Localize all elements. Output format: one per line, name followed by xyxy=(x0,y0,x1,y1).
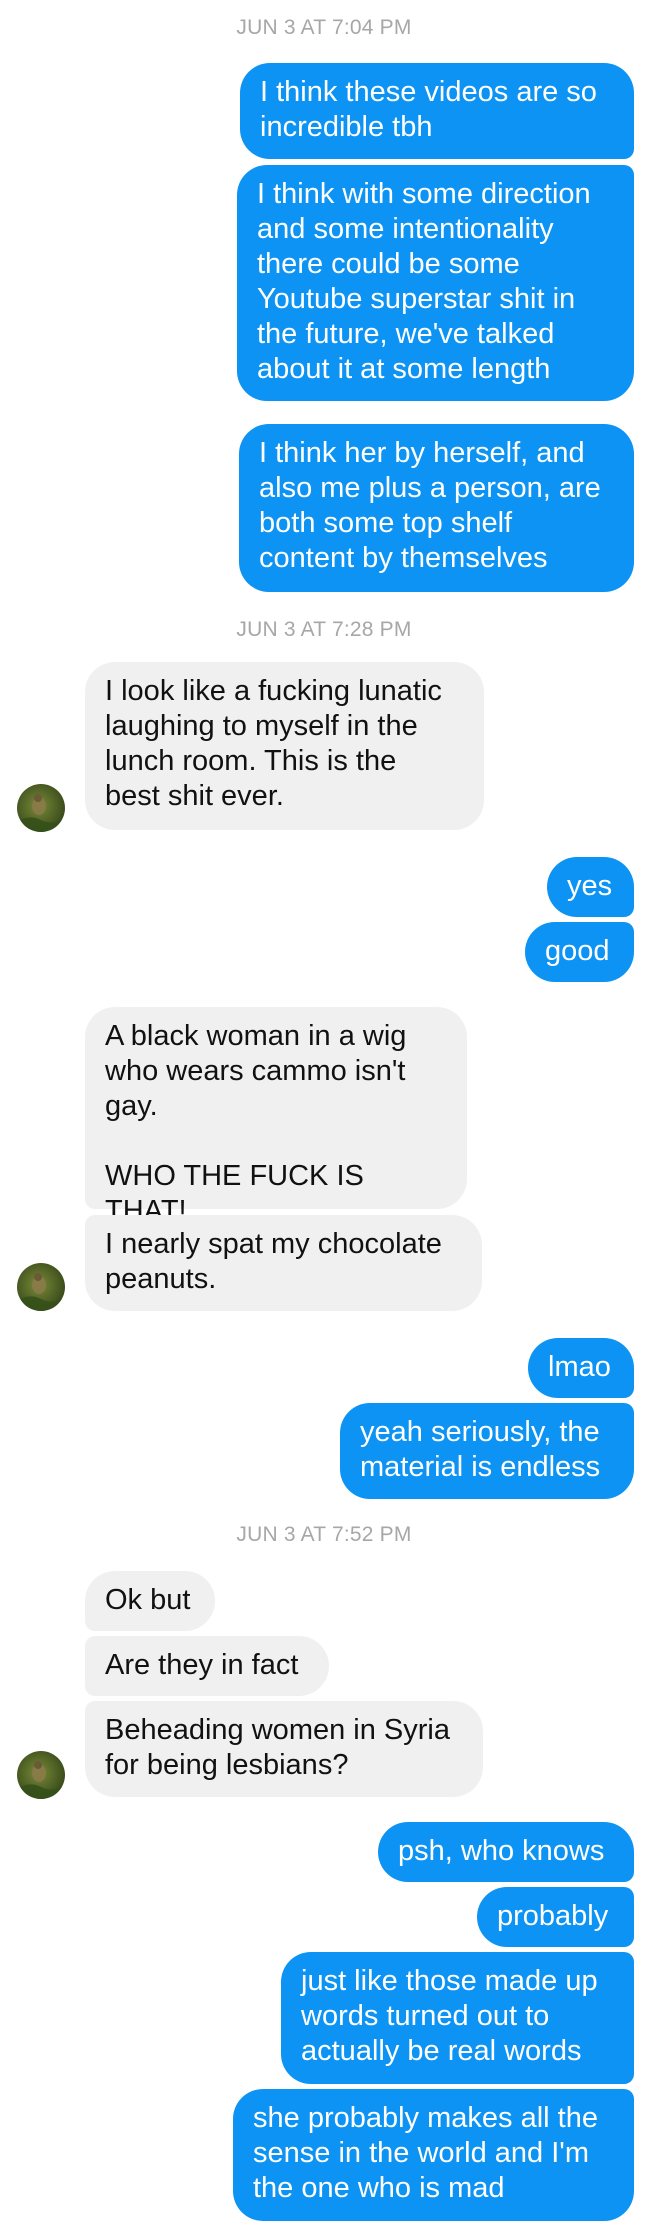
sent-message[interactable]: I think these videos are so incredible t… xyxy=(240,63,634,159)
sent-message[interactable]: yeah seriously, the material is endless xyxy=(340,1403,634,1499)
sent-message[interactable]: yes xyxy=(547,857,634,917)
sent-message[interactable]: I think her by herself, and also me plus… xyxy=(239,424,634,592)
received-message[interactable]: Beheading women in Syria for being lesbi… xyxy=(85,1701,483,1797)
contact-avatar[interactable] xyxy=(17,1263,65,1311)
avatar-photo-icon xyxy=(17,784,65,832)
avatar-photo-icon xyxy=(17,1263,65,1311)
contact-avatar[interactable] xyxy=(17,784,65,832)
received-message[interactable]: Ok but xyxy=(85,1571,215,1631)
contact-avatar[interactable] xyxy=(17,1751,65,1799)
sent-message[interactable]: she probably makes all the sense in the … xyxy=(233,2089,634,2221)
timestamp: JUN 3 AT 7:28 PM xyxy=(236,618,412,641)
received-message[interactable]: I nearly spat my chocolate peanuts. xyxy=(85,1215,482,1311)
sent-message[interactable]: good xyxy=(525,922,634,982)
avatar-photo-icon xyxy=(17,1751,65,1799)
received-message[interactable]: A black woman in a wig who wears cammo i… xyxy=(85,1007,467,1227)
sent-message[interactable]: probably xyxy=(477,1887,634,1947)
sent-message[interactable]: I think with some direction and some int… xyxy=(237,165,634,401)
timestamp: JUN 3 AT 7:04 PM xyxy=(236,16,412,39)
received-message[interactable]: Are they in fact xyxy=(85,1636,329,1696)
sent-message[interactable]: lmao xyxy=(528,1338,634,1398)
timestamp: JUN 3 AT 7:52 PM xyxy=(236,1523,412,1546)
sent-message[interactable]: psh, who knows xyxy=(378,1822,634,1882)
sent-message[interactable]: just like those made up words turned out… xyxy=(281,1952,634,2084)
received-message[interactable]: I look like a fucking lunatic laughing t… xyxy=(85,662,484,830)
